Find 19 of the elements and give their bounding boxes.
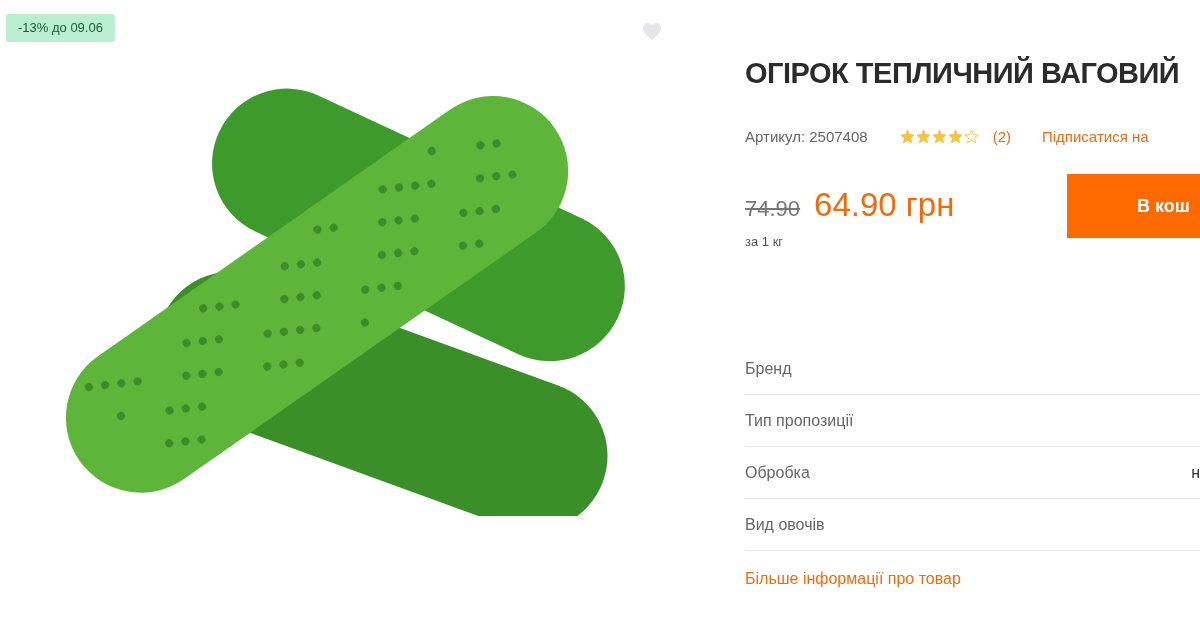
spec-label: Обробка: [745, 462, 810, 483]
star-icon: [915, 129, 931, 145]
discount-badge: -13% до 09.06: [6, 14, 115, 42]
spec-label: Бренд: [745, 358, 792, 379]
more-info-link[interactable]: Більше інформації про товар: [745, 567, 1200, 591]
star-icon: [931, 129, 947, 145]
spec-label: Вид овочів: [745, 514, 825, 535]
spec-label: Тип пропозиції: [745, 410, 854, 431]
review-count[interactable]: (2): [992, 125, 1011, 148]
star-icon: [899, 129, 915, 145]
subscribe-link[interactable]: Підписатися на: [1042, 125, 1149, 148]
product-title: ОГІРОК ТЕПЛИЧНИЙ ВАГОВИЙ: [745, 55, 1181, 91]
old-price: 74.90: [745, 195, 801, 223]
current-price: 64.90 грн: [814, 185, 955, 225]
unit-text: за 1 кг: [745, 232, 785, 251]
star-icon: [947, 129, 963, 145]
sku-text: Артикул: 2507408: [745, 126, 868, 147]
spec-value: н: [1191, 462, 1200, 483]
cart-button[interactable]: В кош: [1067, 174, 1200, 238]
